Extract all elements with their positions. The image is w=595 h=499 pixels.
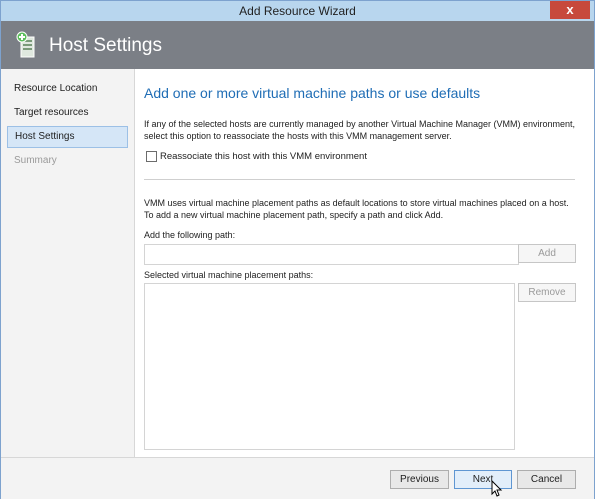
- wizard-footer: Previous Next Cancel: [1, 457, 594, 499]
- reassociate-description: If any of the selected hosts are current…: [144, 119, 576, 141]
- selected-paths-label: Selected virtual machine placement paths…: [144, 270, 314, 280]
- wizard-nav: Resource Location Target resources Host …: [1, 69, 135, 457]
- add-button[interactable]: Add: [518, 244, 576, 263]
- content-panel: Add one or more virtual machine paths or…: [135, 69, 594, 457]
- selected-paths-list[interactable]: [144, 283, 515, 450]
- server-settings-icon: [16, 31, 35, 58]
- window-title: Add Resource Wizard: [239, 4, 356, 18]
- placement-paths-description: VMM uses virtual machine placement paths…: [144, 198, 569, 220]
- wizard-header: Host Settings: [1, 21, 594, 69]
- nav-item-summary: Summary: [14, 155, 57, 166]
- nav-item-target-resources[interactable]: Target resources: [7, 102, 128, 124]
- title-bar[interactable]: Add Resource Wizard x: [1, 1, 594, 21]
- add-path-label: Add the following path:: [144, 230, 236, 240]
- mouse-pointer-icon: [491, 480, 503, 497]
- page-title: Host Settings: [49, 35, 162, 56]
- remove-button[interactable]: Remove: [518, 283, 576, 302]
- section-heading: Add one or more virtual machine paths or…: [144, 85, 481, 101]
- reassociate-checkbox[interactable]: [146, 151, 157, 162]
- section-divider: [144, 179, 575, 180]
- cancel-button[interactable]: Cancel: [517, 470, 576, 489]
- add-path-input[interactable]: [144, 244, 519, 265]
- previous-button[interactable]: Previous: [390, 470, 449, 489]
- reassociate-checkbox-label[interactable]: Reassociate this host with this VMM envi…: [160, 151, 367, 162]
- wizard-window: Add Resource Wizard x Host Settings Reso…: [0, 0, 595, 499]
- nav-item-resource-location[interactable]: Resource Location: [7, 78, 128, 100]
- next-button[interactable]: Next: [454, 470, 512, 489]
- close-button[interactable]: x: [550, 1, 590, 19]
- nav-item-host-settings[interactable]: Host Settings: [7, 126, 128, 148]
